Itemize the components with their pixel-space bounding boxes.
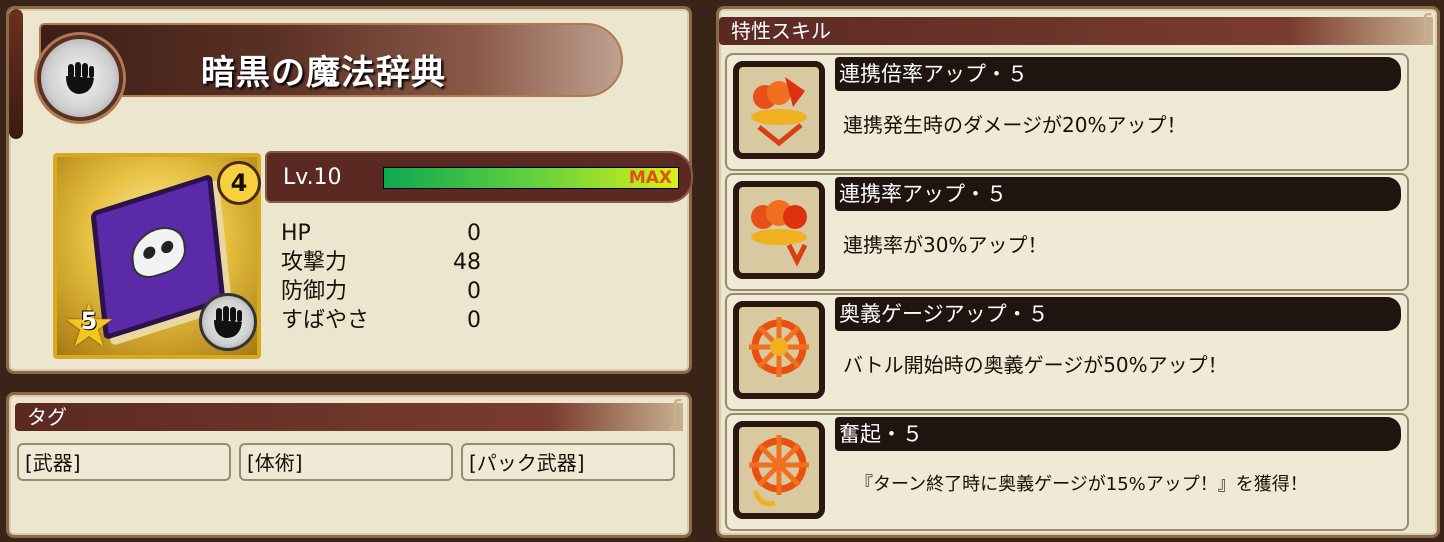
skill-description: 連携率が30%アップ！ <box>843 233 1048 257</box>
stat-label: 攻撃力 <box>281 250 348 275</box>
skill-card[interactable]: 奥義ゲージアップ・５ バトル開始時の奥義ゲージが50%アップ！ <box>725 293 1409 411</box>
stats-list: HP 0 攻撃力 48 防御力 0 すばやさ 0 <box>281 219 481 335</box>
fist-icon <box>66 62 94 94</box>
skill-description: バトル開始時の奥義ゲージが50%アップ！ <box>843 353 1228 377</box>
card-type-badge <box>199 293 257 351</box>
stat-row-attack: 攻撃力 48 <box>281 248 481 277</box>
tag-panel: タグ ʃ [武器] [体術] [パック武器] <box>6 392 692 538</box>
rally-icon <box>733 421 825 519</box>
sun-emblem <box>749 435 809 507</box>
skill-name: 連携倍率アップ・５ <box>835 57 1401 91</box>
skill-header-label: 特性スキル <box>731 19 831 43</box>
title-banner: 暗黒の魔法辞典 <box>39 23 623 97</box>
flame-emblem <box>751 77 807 147</box>
stat-value: 0 <box>467 308 481 333</box>
item-title: 暗黒の魔法辞典 <box>201 53 446 93</box>
stat-row-hp: HP 0 <box>281 219 481 248</box>
skill-panel: 特性スキル ʃ 連携倍率アップ・５ 連携発生時のダメージが20%アップ！ 連携率… <box>716 6 1440 538</box>
skill-name: 奥義ゲージアップ・５ <box>835 297 1401 331</box>
level-text: Lv.10 <box>283 165 342 190</box>
rarity-number: 5 <box>80 307 98 335</box>
fist-icon <box>214 306 242 338</box>
stat-value: 0 <box>467 279 481 304</box>
flame-emblem <box>751 200 808 267</box>
level-bar: Lv.10 MAX <box>265 151 693 203</box>
skill-description: 連携発生時のダメージが20%アップ！ <box>843 113 1187 137</box>
stat-label: HP <box>281 221 311 246</box>
curl-ornament-icon: ʃ <box>670 395 681 430</box>
limit-break-badge: 4 <box>217 161 261 205</box>
stat-value: 48 <box>453 250 481 275</box>
curl-ornament-icon: ʃ <box>1420 9 1431 44</box>
skill-name: 奮起・５ <box>835 417 1401 451</box>
item-detail-panel: 暗黒の魔法辞典 4 ★ 5 Lv.10 MAX HP 0 攻撃力 48 防御力 … <box>6 6 693 374</box>
skill-card[interactable]: 連携倍率アップ・５ 連携発生時のダメージが20%アップ！ <box>725 53 1409 171</box>
stat-label: 防御力 <box>281 279 348 304</box>
tag-item[interactable]: [武器] <box>17 443 231 481</box>
tag-header: タグ ʃ <box>15 398 683 431</box>
item-card[interactable]: 4 ★ 5 <box>53 153 261 359</box>
tag-item[interactable]: [体術] <box>239 443 453 481</box>
skill-description: 『ターン終了時に奥義ゲージが15%アップ！』を獲得！ <box>855 474 1308 495</box>
skull-icon <box>129 219 188 284</box>
tag-header-label: タグ <box>27 405 67 429</box>
exp-gauge: MAX <box>383 167 679 189</box>
gauge-up-icon <box>733 301 825 399</box>
skill-card[interactable]: 奮起・５ 『ターン終了時に奥義ゲージが15%アップ！』を獲得！ <box>725 413 1409 531</box>
stat-label: すばやさ <box>281 308 370 333</box>
skill-name: 連携率アップ・５ <box>835 177 1401 211</box>
sun-emblem <box>749 317 809 377</box>
type-badge <box>37 35 123 121</box>
combo-rate-icon <box>733 181 825 279</box>
combo-multiplier-icon <box>733 61 825 159</box>
stat-row-speed: すばやさ 0 <box>281 306 481 335</box>
skill-card[interactable]: 連携率アップ・５ 連携率が30%アップ！ <box>725 173 1409 291</box>
stat-row-defense: 防御力 0 <box>281 277 481 306</box>
ornament-frame <box>9 9 23 139</box>
skill-header: 特性スキル ʃ <box>719 12 1433 45</box>
max-label: MAX <box>628 168 672 188</box>
tag-item[interactable]: [パック武器] <box>461 443 675 481</box>
stat-value: 0 <box>467 221 481 246</box>
